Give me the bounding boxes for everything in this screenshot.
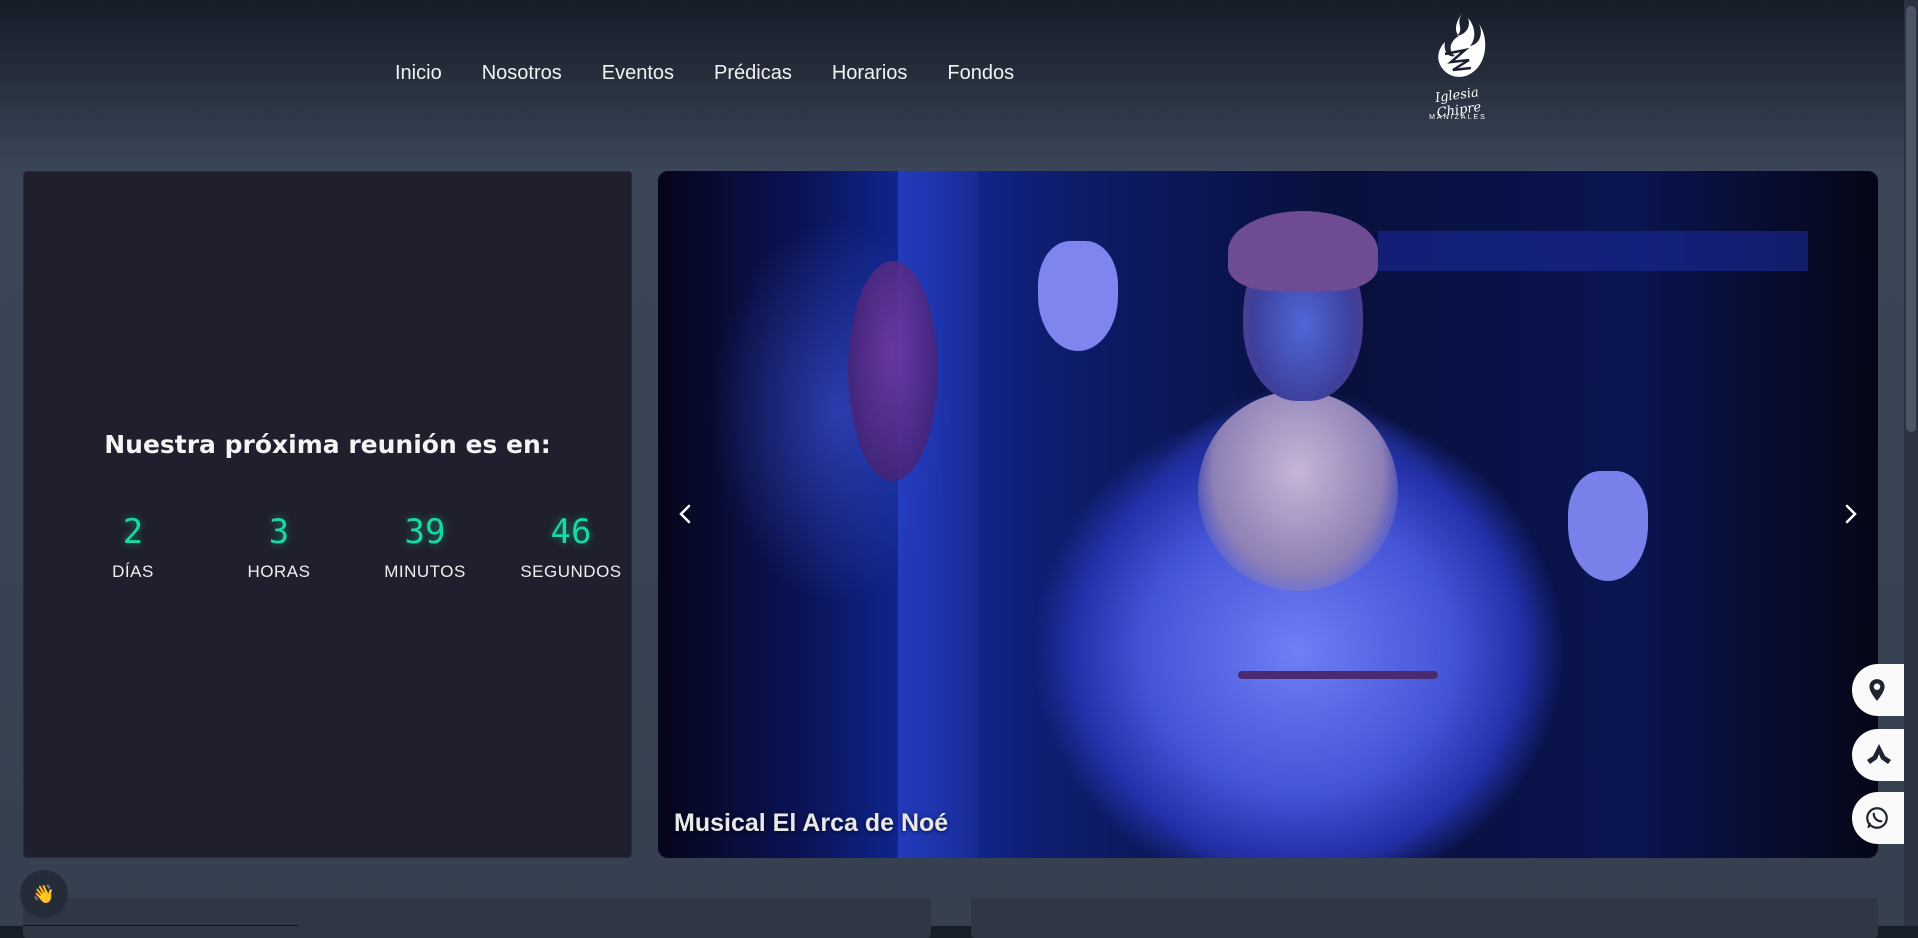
actor-hand (1568, 471, 1648, 581)
countdown-days: 2 DÍAS (63, 512, 203, 582)
nav-predicas[interactable]: Prédicas (714, 62, 792, 85)
church-logo[interactable]: Iglesia Chipre MANIZALES (1415, 10, 1501, 126)
whatsapp-icon (1866, 807, 1888, 829)
actor-scarf (1198, 391, 1398, 591)
countdown-value: 46 (550, 512, 592, 552)
location-button[interactable] (1852, 664, 1912, 716)
countdown-label: MINUTOS (384, 562, 466, 581)
carousel-prev-button[interactable] (670, 496, 700, 532)
carousel-caption: Musical El Arca de Noé (674, 809, 949, 837)
whatsapp-button[interactable] (1852, 792, 1912, 844)
scrollbar-thumb[interactable] (1906, 6, 1916, 432)
carousel-next-button[interactable] (1836, 496, 1866, 532)
nav-eventos[interactable]: Eventos (602, 62, 674, 85)
countdown-label: DÍAS (112, 562, 154, 581)
content-card (971, 898, 1878, 938)
countdown-label: SEGUNDOS (520, 562, 622, 581)
countdown-value: 2 (122, 512, 144, 552)
countdown-hours: 3 HORAS (209, 512, 349, 582)
countdown-seconds: 46 SEGUNDOS (501, 512, 641, 582)
nav-horarios[interactable]: Horarios (832, 62, 908, 85)
actor-turban (1228, 211, 1378, 291)
waving-hand-icon: 👋 (32, 883, 56, 904)
content-card (23, 898, 931, 938)
page-scrollbar[interactable] (1904, 0, 1918, 926)
countdown-title: Nuestra próxima reunión es en: (104, 430, 551, 459)
accessibility-wave-button[interactable]: 👋 (20, 870, 68, 918)
countdown-value: 39 (404, 512, 446, 552)
logo-subtitle: MANIZALES (1429, 114, 1487, 121)
nav-fondos[interactable]: Fondos (947, 62, 1014, 85)
event-carousel[interactable]: Musical El Arca de Noé (658, 171, 1878, 858)
prayer-button[interactable] (1852, 729, 1912, 781)
praying-hands-icon (1867, 744, 1891, 764)
countdown-label: HORAS (247, 562, 311, 581)
nav-nosotros[interactable]: Nosotros (482, 62, 562, 85)
location-pin-icon (1869, 679, 1885, 701)
nav-inicio[interactable]: Inicio (395, 62, 442, 85)
scene-background (1378, 231, 1808, 271)
flame-dove-icon (1438, 14, 1486, 77)
countdown-minutes: 39 MINUTOS (355, 512, 495, 582)
actor-hand (1038, 241, 1118, 351)
chevron-left-icon (679, 504, 691, 524)
actor-belt (1238, 671, 1438, 679)
countdown-value: 3 (268, 512, 290, 552)
main-nav: Inicio Nosotros Eventos Prédicas Horario… (395, 62, 1014, 85)
scene-prop (848, 261, 938, 481)
chevron-right-icon (1845, 504, 1857, 524)
countdown-card: Nuestra próxima reunión es en: 2 DÍAS 3 … (23, 171, 632, 858)
